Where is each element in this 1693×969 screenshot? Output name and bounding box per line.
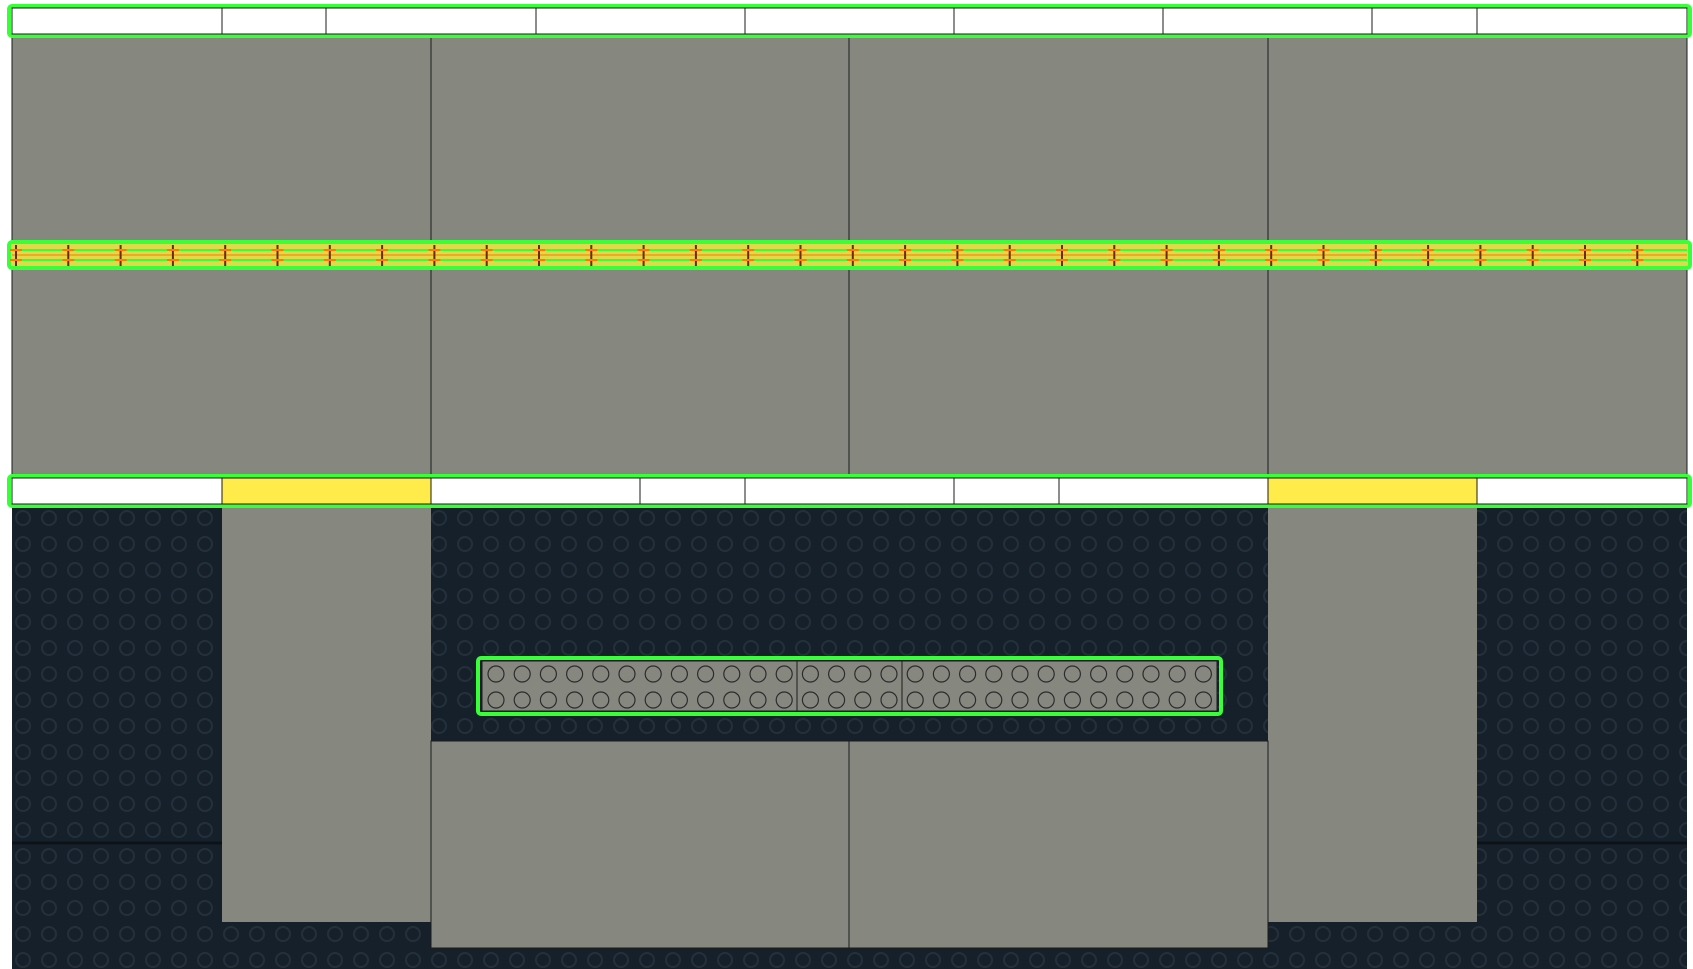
center-gray-block[interactable] (430, 740, 850, 949)
white-tile[interactable] (11, 7, 223, 35)
right-gray-pillar[interactable] (1268, 505, 1477, 922)
yellow-tile[interactable] (221, 477, 432, 505)
center-gray-blocks[interactable] (430, 740, 1269, 949)
stud-plate[interactable] (476, 656, 1223, 716)
white-tile[interactable] (11, 477, 223, 505)
white-tile[interactable] (639, 477, 746, 505)
track-rail[interactable] (7, 240, 1692, 270)
white-tile[interactable] (1476, 7, 1688, 35)
lower-gray-panel[interactable] (1267, 267, 1688, 476)
white-tile[interactable] (221, 7, 327, 35)
scene-svg[interactable] (0, 0, 1693, 969)
center-gray-block[interactable] (848, 740, 1269, 949)
lower-gray-panel[interactable] (430, 267, 850, 476)
stud-plate-body[interactable] (481, 660, 1218, 712)
upper-gray-panel[interactable] (430, 35, 850, 242)
top-tile-strip[interactable] (7, 4, 1692, 38)
upper-gray-panel[interactable] (1267, 35, 1688, 242)
white-tile[interactable] (535, 7, 746, 35)
upper-gray-panels[interactable] (11, 35, 1688, 242)
build-canvas[interactable] (0, 0, 1693, 969)
upper-gray-panel[interactable] (848, 35, 1269, 242)
yellow-tile[interactable] (1267, 477, 1478, 505)
white-tile[interactable] (744, 477, 955, 505)
white-tile[interactable] (1477, 478, 1582, 504)
white-tile[interactable] (430, 477, 641, 505)
lower-gray-panel[interactable] (848, 267, 1269, 476)
lower-gray-panels[interactable] (11, 267, 1688, 476)
white-tile[interactable] (325, 7, 537, 35)
white-tile[interactable] (953, 477, 1060, 505)
white-tile[interactable] (1582, 478, 1687, 504)
white-tile[interactable] (744, 7, 955, 35)
left-gray-pillar[interactable] (222, 505, 431, 922)
middle-tile-strip[interactable] (7, 474, 1692, 508)
white-tile[interactable] (1162, 7, 1373, 35)
white-tile[interactable] (953, 7, 1164, 35)
white-tile[interactable] (1058, 477, 1269, 505)
upper-gray-panel[interactable] (11, 35, 432, 242)
white-tile[interactable] (1371, 7, 1478, 35)
lower-gray-panel[interactable] (11, 267, 432, 476)
